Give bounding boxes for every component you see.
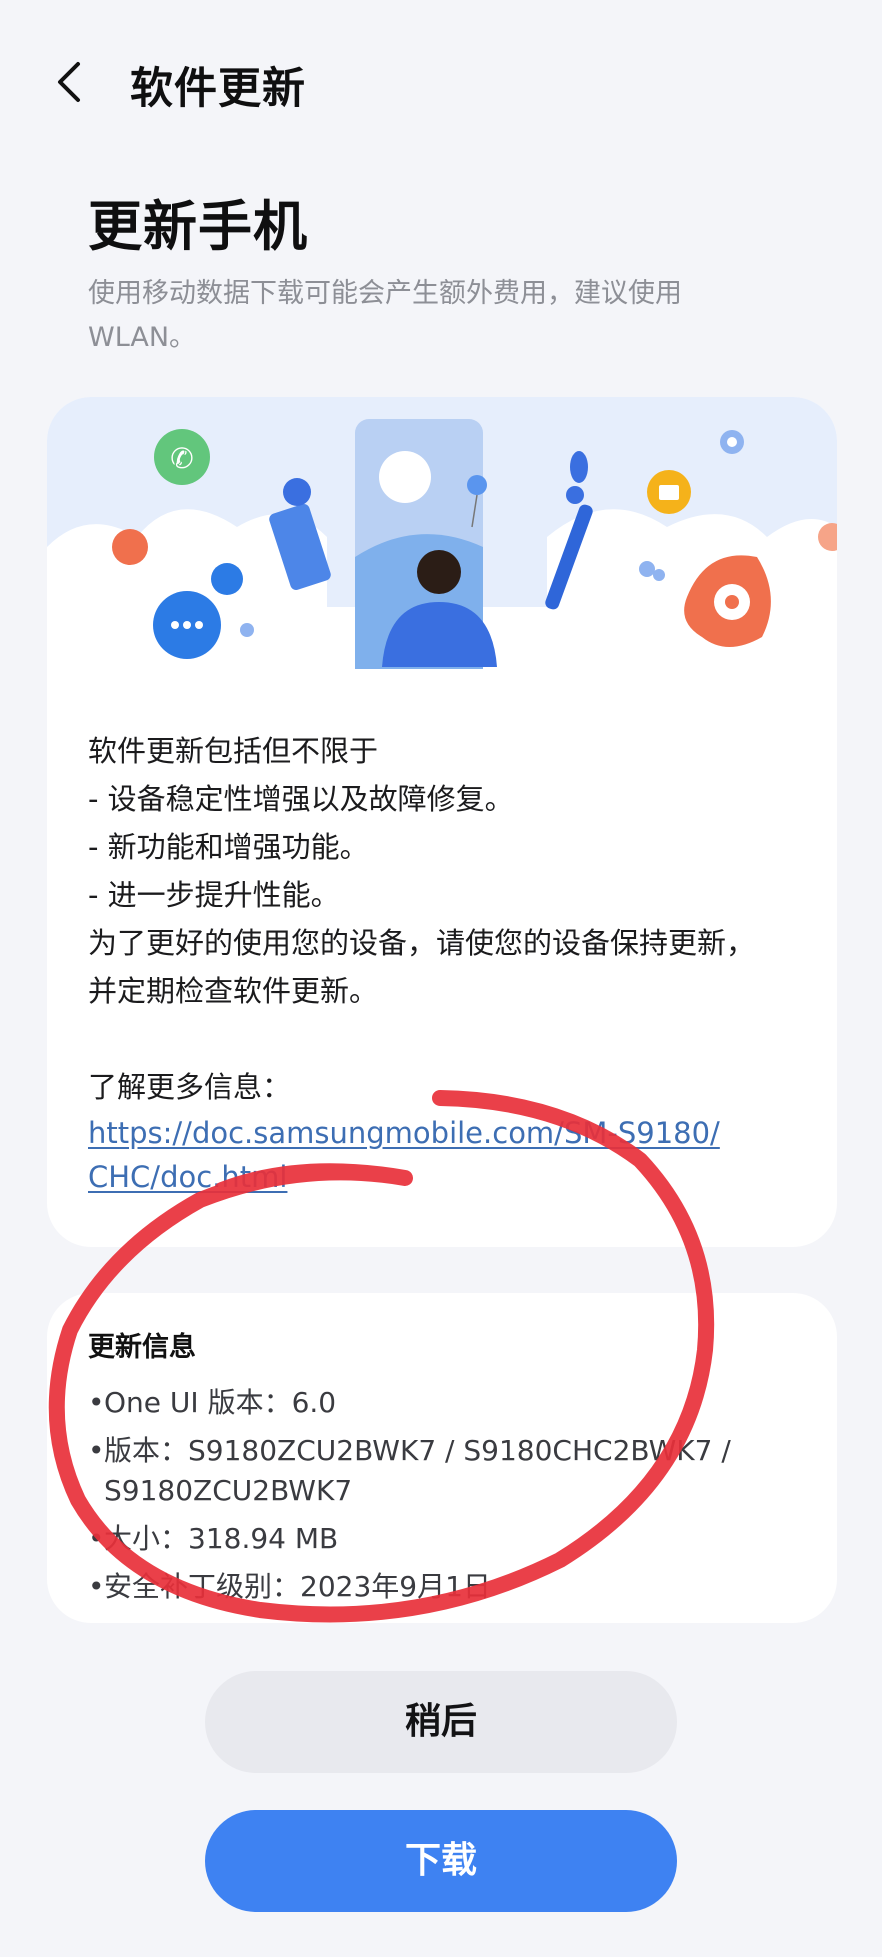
update-info-list: • One UI 版本：6.0 • 版本：S9180ZCU2BWK7 / S91… (88, 1383, 808, 1615)
release-notes-line: 并定期检查软件更新。 (88, 974, 379, 1008)
info-value: S9180ZCU2BWK7 / S9180CHC2BWK7 / S9180ZCU… (104, 1434, 731, 1507)
release-notes-card: ✆ 软件更新包括但不限于 - 设备稳定性增强以及故障修复。 - 新功能和增强功能… (47, 397, 837, 1247)
top-app-bar: 软件更新 (0, 40, 882, 130)
update-info-title: 更新信息 (88, 1332, 196, 1363)
bullet-icon: • (88, 1522, 105, 1555)
page-title: 更新手机 (88, 195, 308, 258)
info-label: 大小： (104, 1522, 189, 1555)
header-title: 软件更新 (130, 64, 306, 114)
info-item-security-patch: • 安全补丁级别：2023年9月1日 (88, 1567, 808, 1607)
release-notes-line: 软件更新包括但不限于 (88, 734, 379, 768)
info-label: One UI 版本： (104, 1386, 292, 1419)
bullet-icon: • (88, 1386, 105, 1419)
release-notes-link[interactable]: https://doc.samsungmobile.com/SM-S9180/C… (88, 1111, 728, 1199)
bullet-icon: • (88, 1434, 105, 1467)
release-notes-line: - 设备稳定性增强以及故障修复。 (88, 782, 514, 816)
update-illustration: ✆ (47, 397, 837, 697)
release-notes-line: 为了更好的使用您的设备，请使您的设备保持更新， (88, 926, 756, 960)
info-item-build-version: • 版本：S9180ZCU2BWK7 / S9180CHC2BWK7 / S91… (88, 1431, 808, 1511)
info-value: 6.0 (291, 1386, 337, 1419)
data-usage-notice: 使用移动数据下载可能会产生额外费用，建议使用WLAN。 (88, 278, 682, 353)
bullet-icon: • (88, 1570, 105, 1603)
svg-text:✆: ✆ (170, 442, 193, 475)
info-label: 版本： (104, 1434, 189, 1467)
release-notes-line: - 进一步提升性能。 (88, 878, 340, 912)
chevron-left-icon (58, 62, 80, 102)
back-button[interactable] (48, 58, 96, 106)
download-button[interactable]: 下载 (205, 1810, 677, 1912)
release-notes-line: - 新功能和增强功能。 (88, 830, 369, 864)
update-info-card: 更新信息 • One UI 版本：6.0 • 版本：S9180ZCU2BWK7 … (47, 1293, 837, 1623)
info-value: 2023年9月1日 (300, 1570, 491, 1603)
release-notes: 软件更新包括但不限于 - 设备稳定性增强以及故障修复。 - 新功能和增强功能。 … (88, 727, 818, 1199)
more-info-label: 了解更多信息： (88, 1070, 292, 1104)
later-button[interactable]: 稍后 (205, 1671, 677, 1773)
info-item-size: • 大小：318.94 MB (88, 1519, 808, 1559)
info-label: 安全补丁级别： (104, 1570, 301, 1603)
info-value: 318.94 MB (188, 1522, 339, 1555)
info-item-oneui-version: • One UI 版本：6.0 (88, 1383, 808, 1423)
